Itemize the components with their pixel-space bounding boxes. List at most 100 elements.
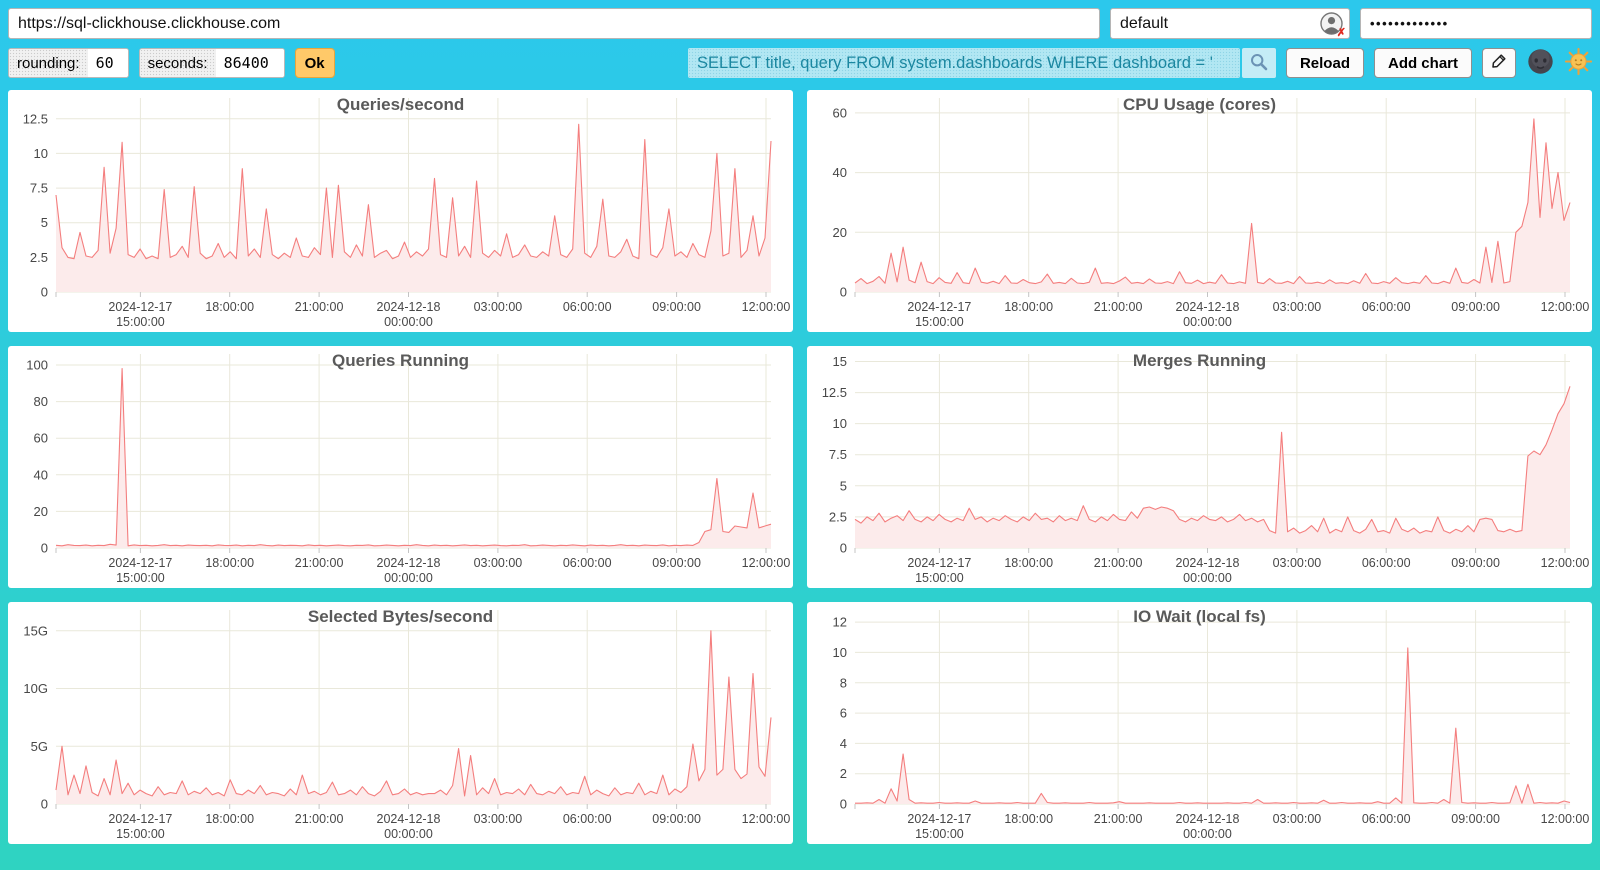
svg-text:2024-12-17: 2024-12-17 [108, 556, 172, 570]
svg-text:6: 6 [840, 706, 847, 721]
svg-text:03:00:00: 03:00:00 [474, 812, 523, 826]
svg-text:12:00:00: 12:00:00 [742, 300, 791, 314]
seconds-param: seconds: 86400 [139, 48, 285, 78]
svg-text:09:00:00: 09:00:00 [652, 812, 701, 826]
svg-text:0: 0 [41, 797, 48, 812]
chart-canvas-queries-running[interactable]: 0204060801002024-12-1715:00:0018:00:0021… [8, 346, 793, 588]
run-query-button[interactable] [1242, 48, 1276, 78]
chart-canvas-selected-bytes-per-second[interactable]: 05G10G15G2024-12-1715:00:0018:00:0021:00… [8, 602, 793, 844]
ok-button[interactable]: Ok [295, 48, 335, 78]
svg-text:0: 0 [41, 541, 48, 556]
chart-panel-merges-running: 02.557.51012.5152024-12-1715:00:0018:00:… [807, 346, 1592, 588]
rounding-value-input[interactable]: 60 [88, 49, 128, 77]
chart-panel-queries-per-second: 02.557.51012.52024-12-1715:00:0018:00:00… [8, 90, 793, 332]
svg-text:10: 10 [833, 645, 847, 660]
svg-text:2024-12-17: 2024-12-17 [907, 812, 971, 826]
chart-canvas-merges-running[interactable]: 02.557.51012.5152024-12-1715:00:0018:00:… [807, 346, 1592, 588]
chart-panel-selected-bytes-per-second: 05G10G15G2024-12-1715:00:0018:00:0021:00… [8, 602, 793, 844]
edit-button[interactable] [1482, 48, 1516, 78]
svg-text:06:00:00: 06:00:00 [1362, 300, 1411, 314]
svg-text:20: 20 [833, 225, 847, 240]
user-icon: ✗ [1320, 12, 1343, 35]
chart-canvas-cpu-usage[interactable]: 02040602024-12-1715:00:0018:00:0021:00:0… [807, 90, 1592, 332]
svg-text:8: 8 [840, 675, 847, 690]
svg-text:2: 2 [840, 766, 847, 781]
svg-text:03:00:00: 03:00:00 [1273, 812, 1322, 826]
svg-text:12:00:00: 12:00:00 [1541, 300, 1590, 314]
svg-text:18:00:00: 18:00:00 [1004, 300, 1053, 314]
svg-text:15:00:00: 15:00:00 [915, 571, 964, 585]
svg-text:18:00:00: 18:00:00 [205, 812, 254, 826]
server-url-input[interactable] [8, 8, 1100, 39]
svg-text:2024-12-18: 2024-12-18 [1176, 556, 1240, 570]
svg-text:40: 40 [34, 467, 48, 482]
svg-text:20: 20 [34, 504, 48, 519]
svg-text:7.5: 7.5 [829, 447, 847, 462]
svg-text:00:00:00: 00:00:00 [1183, 571, 1232, 585]
dashboard-grid: 02.557.51012.52024-12-1715:00:0018:00:00… [8, 90, 1592, 844]
svg-text:40: 40 [833, 165, 847, 180]
svg-text:12: 12 [833, 615, 847, 630]
svg-text:5: 5 [840, 478, 847, 493]
svg-text:2024-12-17: 2024-12-17 [108, 300, 172, 314]
svg-text:21:00:00: 21:00:00 [295, 300, 344, 314]
svg-text:06:00:00: 06:00:00 [1362, 812, 1411, 826]
reload-button[interactable]: Reload [1286, 48, 1364, 78]
svg-text:12:00:00: 12:00:00 [1541, 812, 1590, 826]
svg-text:21:00:00: 21:00:00 [1094, 812, 1143, 826]
svg-text:2024-12-18: 2024-12-18 [377, 556, 441, 570]
query-editor-wrap [688, 48, 1276, 78]
svg-text:2024-12-17: 2024-12-17 [108, 812, 172, 826]
chart-panel-queries-running: 0204060801002024-12-1715:00:0018:00:0021… [8, 346, 793, 588]
svg-text:15:00:00: 15:00:00 [116, 571, 165, 585]
svg-text:21:00:00: 21:00:00 [1094, 556, 1143, 570]
svg-text:2024-12-17: 2024-12-17 [907, 556, 971, 570]
svg-text:03:00:00: 03:00:00 [474, 300, 523, 314]
controls-bar: rounding: 60 seconds: 86400 Ok Reload Ad… [8, 48, 1592, 78]
svg-text:00:00:00: 00:00:00 [384, 571, 433, 585]
light-theme-toggle[interactable] [1564, 48, 1592, 78]
svg-text:00:00:00: 00:00:00 [384, 315, 433, 329]
svg-text:7.5: 7.5 [30, 181, 48, 196]
svg-text:15: 15 [833, 354, 847, 369]
svg-text:09:00:00: 09:00:00 [1451, 812, 1500, 826]
svg-text:06:00:00: 06:00:00 [563, 812, 612, 826]
svg-text:06:00:00: 06:00:00 [563, 556, 612, 570]
svg-text:00:00:00: 00:00:00 [1183, 827, 1232, 841]
svg-text:100: 100 [26, 358, 48, 373]
pencil-icon [1490, 52, 1508, 74]
add-chart-button[interactable]: Add chart [1374, 48, 1472, 78]
svg-text:00:00:00: 00:00:00 [1183, 315, 1232, 329]
seconds-value-input[interactable]: 86400 [216, 49, 284, 77]
chart-canvas-io-wait-local-fs[interactable]: 0246810122024-12-1715:00:0018:00:0021:00… [807, 602, 1592, 844]
svg-text:2024-12-18: 2024-12-18 [377, 812, 441, 826]
svg-text:21:00:00: 21:00:00 [295, 556, 344, 570]
dashboard-query-input[interactable] [688, 48, 1240, 78]
chart-canvas-queries-per-second[interactable]: 02.557.51012.52024-12-1715:00:0018:00:00… [8, 90, 793, 332]
rounding-label: rounding: [9, 49, 88, 77]
svg-text:4: 4 [840, 736, 847, 751]
svg-text:18:00:00: 18:00:00 [205, 300, 254, 314]
svg-text:15:00:00: 15:00:00 [915, 315, 964, 329]
rounding-param: rounding: 60 [8, 48, 129, 78]
svg-text:15:00:00: 15:00:00 [116, 315, 165, 329]
user-field-wrap: ✗ [1110, 8, 1350, 39]
svg-text:0: 0 [840, 541, 847, 556]
svg-text:21:00:00: 21:00:00 [1094, 300, 1143, 314]
chart-panel-cpu-usage: 02040602024-12-1715:00:0018:00:0021:00:0… [807, 90, 1592, 332]
svg-text:12:00:00: 12:00:00 [742, 812, 791, 826]
magnifier-icon [1249, 52, 1269, 75]
svg-text:12.5: 12.5 [23, 111, 48, 126]
sun-icon [1565, 48, 1592, 78]
password-input[interactable] [1360, 8, 1592, 39]
user-input[interactable] [1110, 8, 1350, 39]
svg-text:09:00:00: 09:00:00 [652, 556, 701, 570]
connection-bar: ✗ [8, 8, 1592, 39]
svg-text:2024-12-18: 2024-12-18 [377, 300, 441, 314]
svg-text:80: 80 [34, 394, 48, 409]
dark-theme-toggle[interactable] [1526, 48, 1554, 78]
svg-text:15:00:00: 15:00:00 [915, 827, 964, 841]
svg-text:60: 60 [34, 431, 48, 446]
svg-text:06:00:00: 06:00:00 [1362, 556, 1411, 570]
svg-text:18:00:00: 18:00:00 [1004, 556, 1053, 570]
